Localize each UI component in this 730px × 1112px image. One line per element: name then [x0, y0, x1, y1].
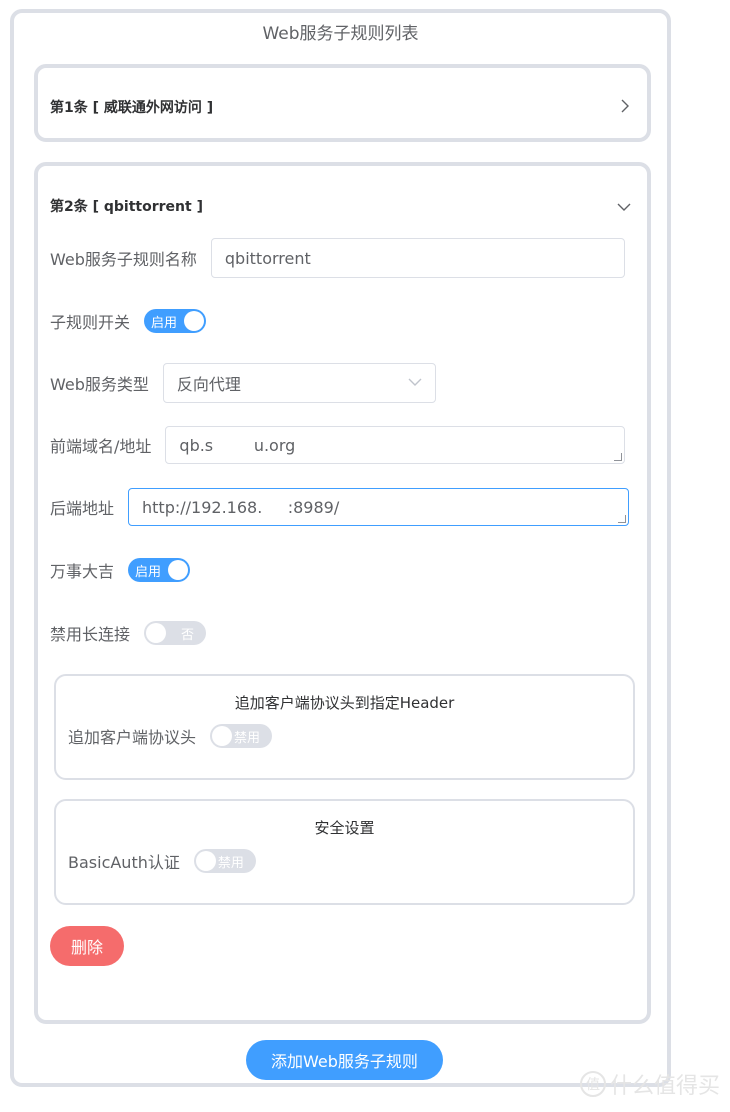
basicauth-switch[interactable]: 禁用: [193, 849, 256, 873]
keepalive-switch-text: 否: [181, 627, 195, 643]
backend-textarea-value: http://192.168. :8989/: [142, 497, 340, 517]
basicauth-row: BasicAuth认证 禁用: [68, 849, 256, 873]
name-input-value: qbittorrent: [224, 248, 311, 268]
chevron-right-icon: [619, 98, 631, 117]
add-rule-button[interactable]: 添加Web服务子规则: [246, 1040, 443, 1080]
wanshi-switch[interactable]: 启用: [128, 558, 191, 582]
list-title: Web服务子规则列表: [262, 24, 419, 44]
collapse-item-1: 第1条 [ 威联通外网访问 ]: [34, 64, 651, 142]
type-row: Web服务类型 反向代理: [50, 363, 436, 403]
collapse-item-2: 第2条 [ qbittorrent ] Web服务子规则名称 qbittorre…: [34, 162, 651, 1024]
name-row: Web服务子规则名称 qbittorrent: [50, 238, 625, 278]
frontend-textarea[interactable]: qb.s u.org: [165, 426, 626, 464]
switch-knob: [212, 726, 233, 746]
type-select-value: 反向代理: [176, 375, 241, 394]
switch-knob: [184, 311, 205, 331]
enable-label: 子规则开关: [50, 313, 131, 332]
name-input[interactable]: qbittorrent: [210, 238, 625, 278]
collapse-title-2: 第2条 [ qbittorrent ]: [50, 199, 203, 215]
frontend-textarea-value: qb.s u.org: [179, 435, 296, 455]
resize-handle-icon[interactable]: [614, 453, 623, 461]
switch-knob: [146, 623, 167, 643]
client-header-row: 追加客户端协议头 禁用: [68, 724, 273, 748]
backend-label: 后端地址: [50, 499, 115, 518]
keepalive-row: 禁用长连接 否: [50, 621, 207, 645]
header-settings-box: 追加客户端协议头到指定Header 追加客户端协议头 禁用: [54, 674, 635, 780]
name-label: Web服务子规则名称: [50, 250, 197, 269]
wanshi-row: 万事大吉 启用: [50, 558, 191, 582]
client-header-label: 追加客户端协议头: [68, 728, 197, 747]
wanshi-switch-text: 启用: [135, 564, 162, 580]
frontend-row: 前端域名/地址 qb.s u.org: [50, 426, 626, 464]
wanshi-label: 万事大吉: [50, 562, 115, 581]
collapse-header-2[interactable]: 第2条 [ qbittorrent ]: [50, 166, 631, 246]
enable-switch[interactable]: 启用: [144, 309, 207, 333]
switch-knob: [168, 560, 189, 580]
basicauth-label: BasicAuth认证: [68, 853, 180, 872]
type-select[interactable]: 反向代理: [162, 363, 436, 403]
resize-handle-icon[interactable]: [618, 515, 627, 523]
enable-row: 子规则开关 启用: [50, 309, 207, 333]
collapse-title-1: 第1条 [ 威联通外网访问 ]: [50, 100, 214, 116]
watermark: 值 什么值得买: [579, 1068, 720, 1100]
keepalive-label: 禁用长连接: [50, 625, 131, 644]
switch-knob: [195, 851, 216, 871]
security-settings-title: 安全设置: [314, 819, 375, 837]
backend-textarea[interactable]: http://192.168. :8989/: [128, 488, 630, 526]
client-header-switch[interactable]: 禁用: [210, 724, 273, 748]
collapse-header-1[interactable]: 第1条 [ 威联通外网访问 ]: [50, 68, 631, 146]
watermark-logo-icon: 值: [579, 1071, 606, 1097]
watermark-text: 什么值得买: [609, 1074, 720, 1099]
client-header-switch-text: 禁用: [234, 730, 261, 746]
keepalive-switch[interactable]: 否: [144, 621, 207, 645]
rule-list-panel: Web服务子规则列表 第1条 [ 威联通外网访问 ] 第2条 [ qbittor…: [10, 9, 671, 1087]
basicauth-switch-text: 禁用: [217, 855, 244, 871]
enable-switch-text: 启用: [151, 315, 178, 331]
header-settings-title: 追加客户端协议头到指定Header: [234, 694, 455, 712]
security-settings-box: 安全设置 BasicAuth认证 禁用: [54, 799, 635, 905]
chevron-down-icon: [408, 376, 422, 391]
delete-button[interactable]: 删除: [50, 926, 124, 966]
type-label: Web服务类型: [50, 375, 149, 394]
frontend-label: 前端域名/地址: [50, 437, 152, 456]
chevron-down-icon: [617, 197, 631, 216]
backend-row: 后端地址 http://192.168. :8989/: [50, 488, 630, 526]
